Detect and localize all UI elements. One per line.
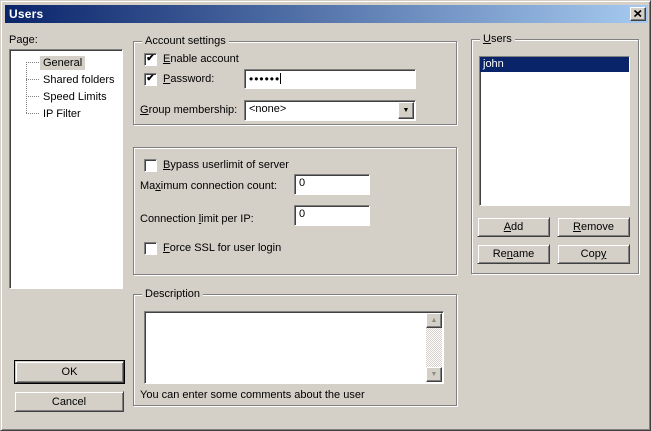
- add-button[interactable]: Add: [477, 217, 550, 237]
- title-bar[interactable]: Users: [5, 5, 648, 23]
- user-list-item[interactable]: john: [480, 57, 629, 72]
- users-group: Users john Add Remove Rename Copy: [471, 39, 639, 274]
- arrow-down-icon: ▼: [431, 371, 438, 378]
- description-textarea[interactable]: ▲ ▼: [144, 311, 444, 384]
- password-value: ••••••: [249, 72, 280, 86]
- force-ssl-label: Force SSL for user login: [163, 242, 281, 254]
- tree-item-shared-folders[interactable]: Shared folders: [10, 71, 122, 88]
- bypass-userlimit-checkbox[interactable]: ✔: [144, 159, 157, 172]
- ok-button[interactable]: OK: [15, 361, 124, 383]
- checkmark-icon: ✔: [146, 54, 154, 64]
- tree-item-general[interactable]: General: [10, 54, 122, 71]
- password-label: Password:: [163, 73, 214, 85]
- rename-button[interactable]: Rename: [477, 244, 550, 264]
- bypass-userlimit-row: ✔ Bypass userlimit of server: [144, 158, 289, 172]
- cancel-button-label: Cancel: [52, 396, 86, 408]
- max-connections-value: 0: [299, 177, 305, 189]
- arrow-up-icon: ▲: [431, 317, 438, 324]
- tree-item-label[interactable]: Speed Limits: [40, 90, 110, 104]
- text-caret: [280, 73, 281, 84]
- tree-item-speed-limits[interactable]: Speed Limits: [10, 88, 122, 105]
- tree-line: [26, 62, 39, 63]
- tree-line: [26, 79, 39, 80]
- group-membership-value: <none>: [249, 103, 286, 115]
- combo-dropdown-button[interactable]: ▼: [398, 102, 414, 119]
- tree-line: [26, 96, 39, 97]
- max-connections-input[interactable]: 0: [294, 174, 370, 195]
- bypass-userlimit-label: Bypass userlimit of server: [163, 159, 289, 171]
- scroll-up-button[interactable]: ▲: [426, 313, 442, 328]
- enable-account-checkbox[interactable]: ✔: [144, 53, 157, 66]
- force-ssl-checkbox[interactable]: ✔: [144, 242, 157, 255]
- description-scrollbar[interactable]: ▲ ▼: [426, 313, 442, 382]
- tree-item-label[interactable]: IP Filter: [40, 107, 84, 121]
- rename-button-label: Rename: [493, 248, 535, 260]
- users-listbox[interactable]: john: [479, 56, 630, 206]
- group-membership-select[interactable]: <none> ▼: [244, 100, 416, 121]
- description-title: Description: [142, 288, 203, 300]
- group-membership-label: Group membership:: [140, 104, 237, 116]
- password-checkbox[interactable]: ✔: [144, 73, 157, 86]
- ip-limit-label: Connection limit per IP:: [140, 213, 254, 225]
- users-group-title: Users: [480, 33, 515, 45]
- tree-line: [26, 113, 39, 114]
- enable-account-row: ✔ Enable account: [144, 52, 239, 66]
- users-dialog: Users Page: General Shared folders Speed…: [0, 0, 651, 431]
- ip-limit-value: 0: [299, 208, 305, 220]
- cancel-button[interactable]: Cancel: [14, 391, 124, 412]
- account-settings-title: Account settings: [142, 35, 229, 47]
- force-ssl-row: ✔ Force SSL for user login: [144, 241, 281, 255]
- description-group: Description ▲ ▼ You can enter some comme…: [133, 294, 457, 406]
- chevron-down-icon: ▼: [403, 107, 410, 114]
- window-title: Users: [5, 7, 43, 21]
- enable-account-label: Enable account: [163, 53, 239, 65]
- tree-item-ip-filter[interactable]: IP Filter: [10, 105, 122, 122]
- max-connections-label: Maximum connection count:: [140, 180, 277, 192]
- scroll-down-button[interactable]: ▼: [426, 367, 442, 382]
- password-row: ✔ Password:: [144, 72, 214, 86]
- copy-button[interactable]: Copy: [557, 244, 630, 264]
- close-button[interactable]: [630, 7, 646, 21]
- page-tree[interactable]: General Shared folders Speed Limits IP F…: [9, 49, 123, 289]
- account-settings-group: Account settings ✔ Enable account ✔ Pass…: [133, 41, 457, 125]
- connection-settings-group: ✔ Bypass userlimit of server Maximum con…: [133, 147, 457, 275]
- ip-limit-input[interactable]: 0: [294, 205, 370, 226]
- tree-item-label[interactable]: Shared folders: [40, 73, 118, 87]
- tree-item-label[interactable]: General: [40, 56, 85, 70]
- password-input[interactable]: ••••••: [244, 69, 416, 89]
- add-button-label: Add: [504, 221, 524, 233]
- checkmark-icon: ✔: [146, 74, 154, 84]
- description-hint: You can enter some comments about the us…: [140, 389, 365, 401]
- remove-button-label: Remove: [573, 221, 614, 233]
- copy-button-label: Copy: [581, 248, 607, 260]
- remove-button[interactable]: Remove: [557, 217, 630, 237]
- ok-button-label: OK: [62, 366, 78, 378]
- page-label: Page:: [9, 34, 38, 46]
- close-icon: [634, 8, 642, 20]
